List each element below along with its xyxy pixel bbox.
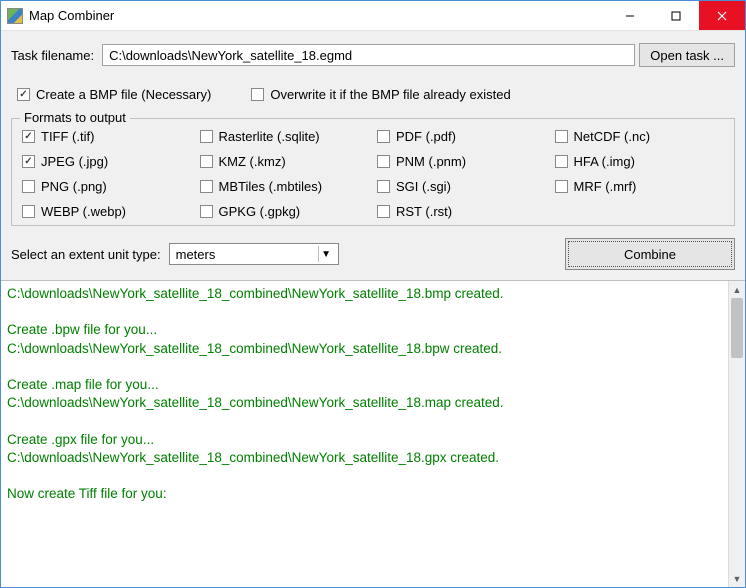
format-label: RST (.rst): [396, 204, 452, 219]
scroll-up-button[interactable]: ▲: [729, 281, 745, 298]
format-option[interactable]: MRF (.mrf): [555, 179, 725, 194]
checkbox-icon: [200, 180, 213, 193]
formats-legend: Formats to output: [20, 110, 130, 125]
format-option[interactable]: KMZ (.kmz): [200, 154, 370, 169]
format-label: HFA (.img): [574, 154, 635, 169]
format-label: SGI (.sgi): [396, 179, 451, 194]
close-button[interactable]: [699, 1, 745, 30]
checkbox-icon: [377, 180, 390, 193]
window-controls: [607, 1, 745, 30]
format-label: JPEG (.jpg): [41, 154, 108, 169]
window-title: Map Combiner: [29, 8, 607, 23]
content-area: Task filename: Open task ... Create a BM…: [1, 31, 745, 587]
open-task-button[interactable]: Open task ...: [639, 43, 735, 67]
format-option[interactable]: PNG (.png): [22, 179, 192, 194]
format-label: TIFF (.tif): [41, 129, 94, 144]
app-icon: [7, 8, 23, 24]
task-filename-label: Task filename:: [11, 48, 94, 63]
checkbox-icon: [555, 130, 568, 143]
checkbox-icon: [377, 130, 390, 143]
scroll-down-button[interactable]: ▼: [729, 570, 745, 587]
format-label: GPKG (.gpkg): [219, 204, 301, 219]
checkbox-icon: [377, 205, 390, 218]
checkbox-icon: [251, 88, 264, 101]
format-label: NetCDF (.nc): [574, 129, 651, 144]
task-filename-input[interactable]: [102, 44, 635, 66]
log-output: C:\downloads\NewYork_satellite_18_combin…: [1, 281, 728, 587]
checkbox-icon: [200, 155, 213, 168]
format-label: PNG (.png): [41, 179, 107, 194]
close-icon: [717, 11, 727, 21]
checkbox-icon: [555, 155, 568, 168]
minimize-button[interactable]: [607, 1, 653, 30]
format-option[interactable]: NetCDF (.nc): [555, 129, 725, 144]
combine-button[interactable]: Combine: [565, 238, 735, 270]
checkbox-icon: [22, 130, 35, 143]
format-option[interactable]: WEBP (.webp): [22, 204, 192, 219]
format-label: MBTiles (.mbtiles): [219, 179, 323, 194]
formats-fieldset: Formats to output TIFF (.tif)Rasterlite …: [11, 118, 735, 226]
vertical-scrollbar[interactable]: ▲ ▼: [728, 281, 745, 587]
checkbox-icon: [377, 155, 390, 168]
extent-value: meters: [176, 247, 216, 262]
format-option[interactable]: GPKG (.gpkg): [200, 204, 370, 219]
format-option[interactable]: TIFF (.tif): [22, 129, 192, 144]
format-option[interactable]: PDF (.pdf): [377, 129, 547, 144]
format-label: Rasterlite (.sqlite): [219, 129, 320, 144]
maximize-icon: [671, 11, 681, 21]
format-option[interactable]: Rasterlite (.sqlite): [200, 129, 370, 144]
formats-grid: TIFF (.tif) Rasterlite (.sqlite) PDF (.pdf…: [22, 129, 724, 219]
task-filename-row: Task filename: Open task ...: [11, 43, 735, 67]
checkbox-icon: [200, 130, 213, 143]
format-option[interactable]: HFA (.img): [555, 154, 725, 169]
checkbox-icon: [22, 155, 35, 168]
format-option[interactable]: SGI (.sgi): [377, 179, 547, 194]
app-window: Map Combiner Task filename: Open task ..…: [0, 0, 746, 588]
format-option[interactable]: RST (.rst): [377, 204, 547, 219]
extent-select[interactable]: meters ▼: [169, 243, 339, 265]
scroll-track[interactable]: [729, 298, 745, 570]
checkbox-icon: [22, 180, 35, 193]
maximize-button[interactable]: [653, 1, 699, 30]
overwrite-label: Overwrite it if the BMP file already exi…: [270, 87, 510, 102]
checkbox-icon: [17, 88, 30, 101]
format-option[interactable]: MBTiles (.mbtiles): [200, 179, 370, 194]
chevron-down-icon: ▼: [318, 246, 334, 262]
checkbox-icon: [200, 205, 213, 218]
format-label: MRF (.mrf): [574, 179, 637, 194]
format-label: KMZ (.kmz): [219, 154, 286, 169]
minimize-icon: [625, 11, 635, 21]
overwrite-option[interactable]: Overwrite it if the BMP file already exi…: [251, 87, 510, 102]
log-area: C:\downloads\NewYork_satellite_18_combin…: [1, 280, 745, 587]
format-option[interactable]: PNM (.pnm): [377, 154, 547, 169]
extent-label: Select an extent unit type:: [11, 247, 161, 262]
format-label: PNM (.pnm): [396, 154, 466, 169]
format-option[interactable]: JPEG (.jpg): [22, 154, 192, 169]
create-bmp-option[interactable]: Create a BMP file (Necessary): [17, 87, 211, 102]
controls-panel: Task filename: Open task ... Create a BM…: [1, 31, 745, 280]
titlebar: Map Combiner: [1, 1, 745, 31]
extent-row: Select an extent unit type: meters ▼ Com…: [11, 238, 735, 270]
checkbox-icon: [555, 180, 568, 193]
format-label: WEBP (.webp): [41, 204, 126, 219]
create-bmp-label: Create a BMP file (Necessary): [36, 87, 211, 102]
format-label: PDF (.pdf): [396, 129, 456, 144]
checkbox-icon: [22, 205, 35, 218]
scroll-thumb[interactable]: [731, 298, 743, 358]
